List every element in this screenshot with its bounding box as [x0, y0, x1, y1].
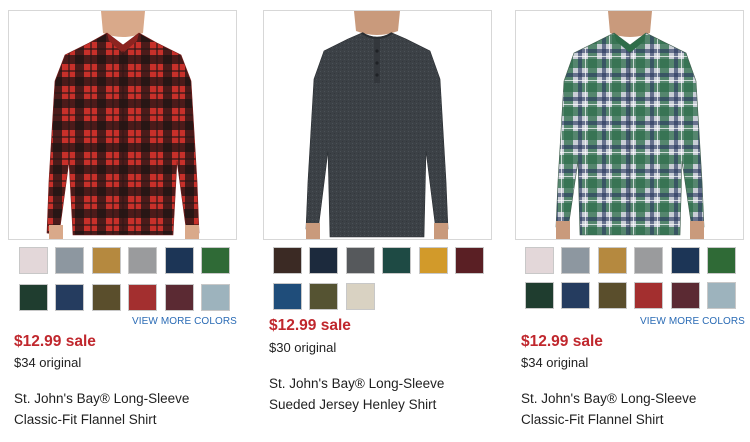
product-card[interactable]: $12.99 sale $30 original St. John's Bay®… [263, 0, 498, 442]
color-swatch[interactable] [201, 284, 230, 311]
color-swatch[interactable] [382, 247, 411, 274]
product-image[interactable] [8, 10, 237, 240]
product-photo [516, 11, 743, 239]
product-title-line: Sueded Jersey Henley Shirt [269, 397, 437, 412]
color-swatch[interactable] [707, 247, 736, 274]
color-swatch[interactable] [707, 282, 736, 309]
view-more-colors-link[interactable]: VIEW MORE COLORS [132, 316, 237, 327]
sale-price: $12.99 sale [14, 333, 96, 350]
color-swatch[interactable] [525, 282, 554, 309]
product-title-line: St. John's Bay® Long-Sleeve [14, 391, 190, 406]
color-swatch[interactable] [55, 247, 84, 274]
color-swatch[interactable] [165, 284, 194, 311]
product-title-line: Classic-Fit Flannel Shirt [14, 412, 157, 427]
original-price: $34 original [14, 355, 82, 370]
color-swatch[interactable] [598, 282, 627, 309]
color-swatch[interactable] [92, 284, 121, 311]
color-swatch[interactable] [634, 247, 663, 274]
color-swatch[interactable] [598, 247, 627, 274]
product-image[interactable] [515, 10, 744, 240]
color-swatch[interactable] [201, 247, 230, 274]
color-swatch[interactable] [19, 247, 48, 274]
color-swatch[interactable] [346, 247, 375, 274]
color-swatch[interactable] [55, 284, 84, 311]
color-swatch[interactable] [455, 247, 484, 274]
color-swatch[interactable] [419, 247, 448, 274]
color-swatch[interactable] [309, 247, 338, 274]
product-title-line: St. John's Bay® Long-Sleeve [269, 376, 445, 391]
color-swatch[interactable] [92, 247, 121, 274]
color-swatch[interactable] [671, 247, 700, 274]
color-swatch[interactable] [128, 284, 157, 311]
product-title-link[interactable]: St. John's Bay® Long-Sleeve Sueded Jerse… [269, 373, 497, 415]
original-price: $34 original [521, 355, 589, 370]
sale-price: $12.99 sale [521, 333, 603, 350]
color-swatch[interactable] [561, 282, 590, 309]
color-swatch[interactable] [671, 282, 700, 309]
sale-price: $12.99 sale [269, 317, 351, 334]
product-image[interactable] [263, 10, 492, 240]
product-title-line: St. John's Bay® Long-Sleeve [521, 391, 697, 406]
color-swatch[interactable] [273, 247, 302, 274]
color-swatch[interactable] [19, 284, 48, 311]
view-more-colors-link[interactable]: VIEW MORE COLORS [640, 316, 745, 327]
color-swatch[interactable] [634, 282, 663, 309]
original-price: $30 original [269, 340, 337, 355]
product-photo [264, 11, 491, 239]
color-swatch[interactable] [561, 247, 590, 274]
color-swatch[interactable] [165, 247, 194, 274]
product-card[interactable]: VIEW MORE COLORS $12.99 sale $34 origina… [8, 0, 243, 442]
color-swatch[interactable] [525, 247, 554, 274]
color-swatch[interactable] [346, 283, 375, 310]
color-swatch[interactable] [309, 283, 338, 310]
product-title-link[interactable]: St. John's Bay® Long-Sleeve Classic-Fit … [14, 388, 242, 430]
product-photo [9, 11, 236, 239]
product-title-line: Classic-Fit Flannel Shirt [521, 412, 664, 427]
product-card[interactable]: VIEW MORE COLORS $12.99 sale $34 origina… [515, 0, 750, 442]
product-title-link[interactable]: St. John's Bay® Long-Sleeve Classic-Fit … [521, 388, 749, 430]
color-swatch[interactable] [273, 283, 302, 310]
color-swatch[interactable] [128, 247, 157, 274]
